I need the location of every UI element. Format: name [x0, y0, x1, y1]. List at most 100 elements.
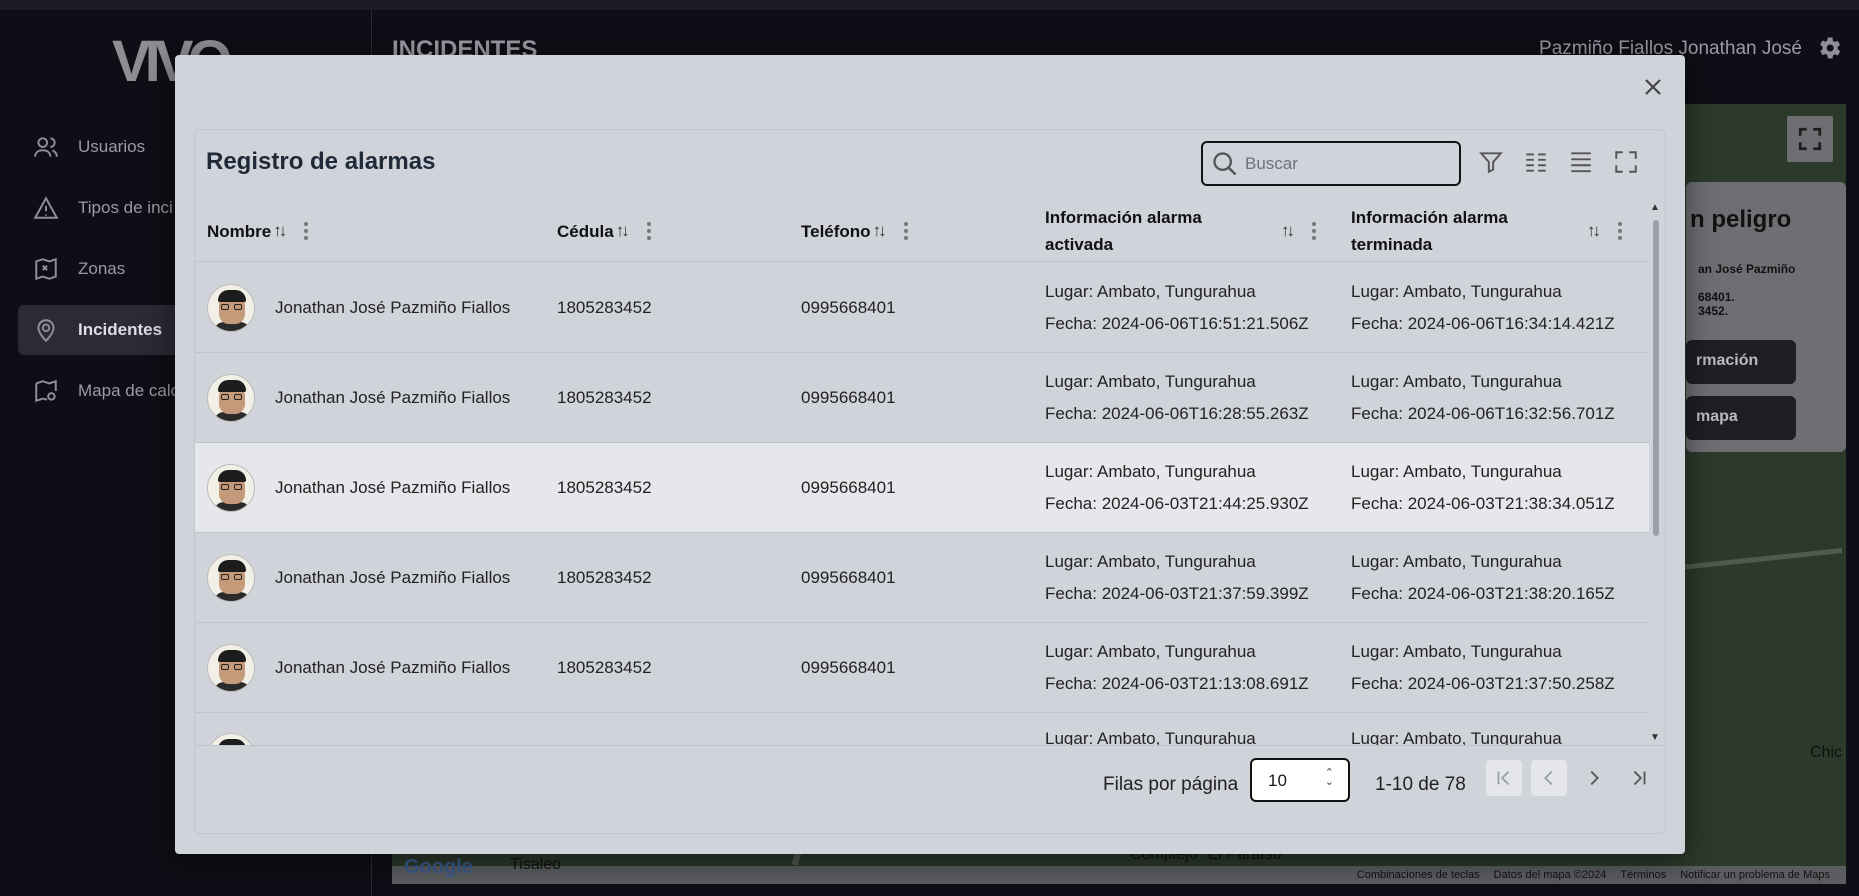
cell-telefono: 0995668401 [801, 658, 896, 677]
table-row[interactable]: Jonathan José Pazmiño Fiallos 1805283452… [195, 263, 1649, 353]
column-header-cedula[interactable]: Cédula ↑↓ [557, 200, 651, 262]
map-footer-link[interactable]: Notificar un problema de Maps [1680, 869, 1830, 881]
sort-icon[interactable]: ↑↓ [273, 221, 287, 241]
rows-per-page-label: Filas por página [1103, 774, 1239, 795]
sidebar-item-label: Usuarios [78, 137, 146, 156]
google-logo: Google [404, 856, 473, 878]
alarm-log-modal: Registro de alarmas Nombre ↑↓ Cédula [175, 55, 1685, 854]
last-page-icon [1633, 770, 1646, 786]
cell-activada-lugar: Lugar: Ambato, Tungurahua [1045, 462, 1256, 481]
sort-icon[interactable]: ↑↓ [873, 221, 887, 241]
column-header-nombre[interactable]: Nombre ↑↓ [207, 200, 309, 262]
sidebar-item-label: Incidentes [78, 320, 163, 339]
first-page-button[interactable] [1486, 760, 1522, 796]
sort-icon[interactable]: ↑↓ [1587, 221, 1601, 241]
rows-per-page-select[interactable]: 10 ⌃ ⌄ [1250, 758, 1350, 802]
chevron-left-icon [1544, 770, 1553, 786]
table-header: Nombre ↑↓ Cédula ↑↓ Teléfono ↑↓ Informac… [195, 200, 1649, 262]
avatar [207, 464, 255, 512]
cell-nombre: Jonathan José Pazmiño Fiallos [275, 388, 511, 407]
scroll-thumb[interactable] [1653, 220, 1659, 536]
location-pin-icon [32, 316, 60, 344]
column-header-activada[interactable]: Información alarma activada ↑↓ [1045, 200, 1335, 262]
cell-terminada-fecha: Fecha: 2024-06-03T21:38:20.165Z [1351, 584, 1615, 603]
column-header-terminada[interactable]: Información alarma terminada ↑↓ [1351, 200, 1641, 262]
table-row[interactable]: Jonathan José Pazmiño Fiallos 1805283452… [195, 533, 1649, 623]
cell-activada-lugar: Lugar: Ambato, Tungurahua [1045, 729, 1256, 745]
sidebar-item-label: Mapa de calo [78, 381, 181, 400]
avatar [207, 284, 255, 332]
warning-icon [32, 194, 60, 222]
cell-cedula: 1805283452 [557, 568, 652, 587]
map-fullscreen-button[interactable] [1787, 116, 1833, 162]
avatar [207, 374, 255, 422]
cell-nombre: Jonathan José Pazmiño Fiallos [275, 478, 511, 497]
scroll-down-icon[interactable]: ▼ [1650, 732, 1660, 743]
users-icon [32, 133, 60, 161]
cell-activada-lugar: Lugar: Ambato, Tungurahua [1045, 282, 1256, 301]
map-zones-icon [32, 255, 60, 283]
cell-terminada-lugar: Lugar: Ambato, Tungurahua [1351, 282, 1562, 301]
last-page-button[interactable] [1621, 760, 1657, 796]
cell-telefono: 0995668401 [801, 568, 896, 587]
column-menu-icon[interactable] [646, 222, 651, 240]
cell-telefono: 0995668401 [801, 478, 896, 497]
previous-page-button[interactable] [1531, 760, 1567, 796]
table-row[interactable]: Jonathan José Pazmiño Fiallos 1805283452… [195, 443, 1649, 533]
sidebar-item-label: Tipos de inci [78, 198, 173, 217]
heatmap-icon [32, 377, 60, 405]
sort-icon[interactable]: ↑↓ [616, 221, 630, 241]
sidebar-item-label: Zonas [78, 259, 126, 278]
avatar [207, 554, 255, 602]
select-chevron-icon: ⌃ ⌄ [1324, 767, 1334, 788]
avatar [207, 644, 255, 692]
column-header-label: Información alarma terminada [1351, 208, 1508, 254]
chevron-right-icon [1590, 770, 1599, 786]
column-header-label: Cédula [557, 221, 614, 241]
map-footer-link[interactable]: Términos [1620, 869, 1666, 881]
cell-terminada-lugar: Lugar: Ambato, Tungurahua [1351, 729, 1562, 745]
table-pagination: Filas por página 10 ⌃ ⌄ 1-10 de 78 [195, 745, 1665, 833]
map-place-label: Tisaleo [510, 856, 561, 873]
table-fullscreen-button[interactable] [1610, 146, 1642, 178]
danger-info-button[interactable]: rmación [1686, 340, 1796, 384]
cell-activada-fecha: Fecha: 2024-06-03T21:13:08.691Z [1045, 674, 1309, 693]
density-button[interactable] [1565, 146, 1597, 178]
column-header-label: Información alarma activada [1045, 208, 1202, 254]
column-header-telefono[interactable]: Teléfono ↑↓ [801, 200, 908, 262]
table-row[interactable]: Jonathan José Pazmiño Fiallos 1805283452… [195, 623, 1649, 713]
column-menu-icon[interactable] [304, 222, 309, 240]
scroll-up-icon[interactable]: ▲ [1650, 202, 1660, 213]
rows-per-page-value: 10 [1268, 771, 1287, 790]
map-place-label: Chic [1809, 744, 1842, 761]
filter-button[interactable] [1475, 146, 1507, 178]
cell-cedula: 1805283452 [557, 478, 652, 497]
cell-cedula: 1805283452 [557, 388, 652, 407]
first-page-icon [1497, 770, 1510, 786]
column-menu-icon[interactable] [1312, 222, 1316, 240]
gear-icon[interactable] [1815, 34, 1843, 62]
cell-nombre: Jonathan José Pazmiño Fiallos [275, 298, 511, 317]
column-menu-icon[interactable] [1618, 222, 1622, 240]
sort-icon[interactable]: ↑↓ [1281, 221, 1295, 241]
danger-map-button[interactable]: mapa [1686, 396, 1796, 440]
column-header-label: Teléfono [801, 221, 871, 241]
map-footer-link[interactable]: Combinaciones de teclas [1357, 869, 1480, 881]
table-row[interactable]: Lugar: Ambato, Tungurahua Lugar: Ambato,… [195, 713, 1649, 745]
table-row[interactable]: Jonathan José Pazmiño Fiallos 1805283452… [195, 353, 1649, 443]
cell-cedula: 1805283452 [557, 298, 652, 317]
column-menu-icon[interactable] [903, 222, 908, 240]
cell-activada-lugar: Lugar: Ambato, Tungurahua [1045, 372, 1256, 391]
search-box [1201, 141, 1461, 186]
columns-button[interactable] [1520, 146, 1552, 178]
cell-activada-lugar: Lugar: Ambato, Tungurahua [1045, 642, 1256, 661]
cell-telefono: 0995668401 [801, 298, 896, 317]
cell-activada-fecha: Fecha: 2024-06-06T16:28:55.263Z [1045, 404, 1309, 423]
close-button[interactable] [1639, 73, 1667, 101]
table-scrollbar[interactable]: ▲ ▼ [1647, 200, 1665, 745]
filter-icon [1479, 152, 1503, 174]
search-input[interactable] [1245, 153, 1445, 174]
next-page-button[interactable] [1576, 760, 1612, 796]
danger-card-line: 68401. [1698, 290, 1735, 304]
search-icon [1213, 151, 1237, 175]
